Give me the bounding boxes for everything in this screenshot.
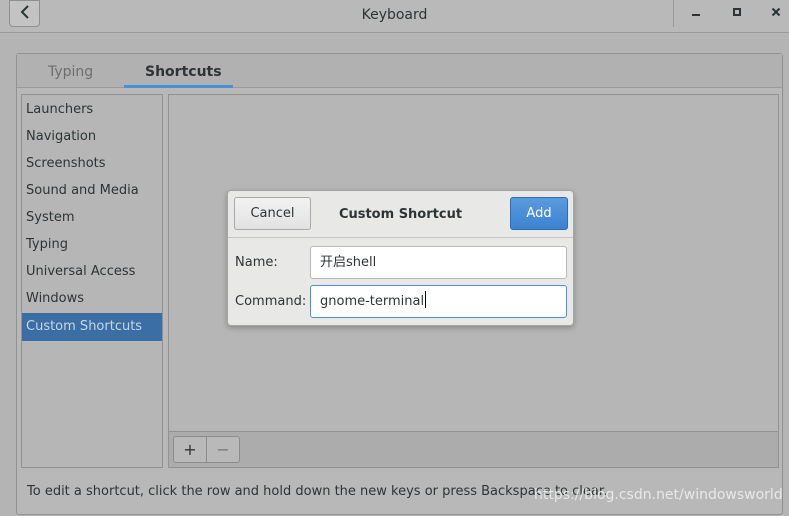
category-universal-access[interactable]: Universal Access [22,258,162,285]
category-windows[interactable]: Windows [22,285,162,312]
header-separator [673,0,674,27]
remove-shortcut-button[interactable]: − [206,436,240,463]
add-button[interactable]: Add [510,197,568,230]
category-screenshots[interactable]: Screenshots [22,150,162,177]
name-label: Name: [235,255,278,270]
category-navigation[interactable]: Navigation [22,123,162,150]
watermark-text: https://blog.csdn.net/windowsworld [534,487,783,503]
custom-shortcut-dialog: Cancel Custom Shortcut Add Name: 开启shell… [227,190,574,326]
command-field-value: gnome-terminal [320,294,425,309]
close-button[interactable] [761,0,789,27]
command-label: Command: [235,294,307,309]
minimize-icon [691,6,701,21]
maximize-button[interactable] [722,0,752,27]
category-launchers[interactable]: Launchers [22,96,162,123]
maximize-icon [732,6,742,21]
tab-shortcuts[interactable]: Shortcuts [145,64,222,80]
name-field-value: 开启shell [320,255,377,270]
add-shortcut-button[interactable]: + [173,436,207,463]
window-title: Keyboard [361,7,428,23]
category-system[interactable]: System [22,204,162,231]
command-field[interactable]: gnome-terminal [310,285,567,318]
name-field[interactable]: 开启shell [310,246,567,279]
tab-bar: Typing Shortcuts [17,54,782,88]
close-icon [771,6,781,21]
shortcut-category-list: Launchers Navigation Screenshots Sound a… [21,94,163,468]
tab-typing[interactable]: Typing [48,64,93,80]
minimize-button[interactable] [681,0,711,27]
header-bar: Keyboard [0,0,789,33]
text-cursor [425,291,427,308]
shortcut-toolbar: + − [169,431,778,467]
category-sound-and-media[interactable]: Sound and Media [22,177,162,204]
active-tab-indicator [124,85,233,88]
category-custom-shortcuts[interactable]: Custom Shortcuts [22,313,162,341]
help-hint-text: To edit a shortcut, click the row and ho… [27,484,608,499]
dialog-header: Cancel Custom Shortcut Add [228,191,573,238]
category-typing[interactable]: Typing [22,231,162,258]
